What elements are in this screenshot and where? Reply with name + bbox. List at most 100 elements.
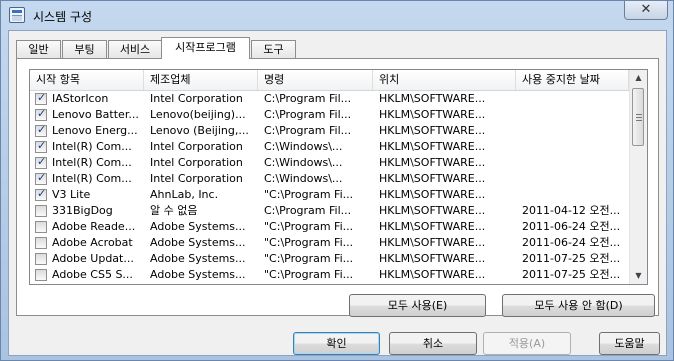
cell-date-disabled — [522, 139, 629, 155]
cell-location: HKLM\SOFTWARE... — [379, 268, 486, 281]
startup-item-checkbox[interactable] — [35, 91, 47, 105]
cell-location: HKLM\SOFTWARE... — [379, 172, 486, 185]
startup-list[interactable]: 시작 항목 제조업체 명령 위치 사용 중지한 날짜 IAStorIcon Int… — [29, 69, 648, 285]
cell-location: HKLM\SOFTWARE... — [379, 188, 486, 201]
table-row[interactable]: V3 Lite AhnLab, Inc. "C:\Program Fi... HKLM… — [30, 187, 629, 203]
cell-startup-item: Lenovo Energ... — [52, 124, 138, 137]
table-row[interactable]: Lenovo Energ... Lenovo (Beijing,... C:\Pro… — [30, 123, 629, 139]
cell-manufacturer: Adobe Systems... — [150, 236, 246, 249]
cell-command: C:\Program Fil... — [264, 204, 352, 217]
cell-location: HKLM\SOFTWARE... — [379, 220, 486, 233]
tab-general[interactable]: 일반 — [16, 40, 61, 59]
cell-command: "C:\Program Fi... — [264, 236, 354, 249]
cell-manufacturer: 알 수 없음 — [150, 204, 198, 217]
cell-manufacturer: Lenovo (Beijing,... — [150, 124, 249, 137]
cell-manufacturer: Intel Corporation — [150, 172, 243, 185]
list-header: 시작 항목 제조업체 명령 위치 사용 중지한 날짜 — [30, 70, 629, 91]
cell-command: C:\Program Fil... — [264, 108, 352, 121]
cell-command: "C:\Program Fi... — [264, 252, 354, 265]
scroll-thumb[interactable] — [632, 88, 644, 146]
tab-tools[interactable]: 도구 — [251, 40, 296, 59]
cell-command: C:\Windows\... — [264, 172, 343, 185]
cell-startup-item: Adobe Reade... — [52, 220, 136, 233]
cell-command: C:\Program Fil... — [264, 124, 352, 137]
tab-boot[interactable]: 부팅 — [62, 40, 107, 59]
startup-item-checkbox[interactable] — [35, 155, 47, 169]
table-row[interactable]: Intel(R) Com... Intel Corporation C:\Windo… — [30, 171, 629, 187]
cell-startup-item: Intel(R) Com... — [52, 140, 132, 153]
column-header-startup-item[interactable]: 시작 항목 — [30, 70, 144, 90]
column-header-command[interactable]: 명령 — [258, 70, 373, 90]
startup-item-checkbox[interactable] — [35, 237, 47, 249]
cancel-button[interactable]: 취소 — [389, 332, 477, 355]
cell-date-disabled — [522, 187, 629, 203]
cell-command: "C:\Program Fi... — [264, 188, 354, 201]
cell-location: HKLM\SOFTWARE... — [379, 140, 486, 153]
cell-manufacturer: Adobe Systems... — [150, 252, 246, 265]
ok-button[interactable]: 확인 — [293, 332, 380, 355]
cell-date-disabled — [522, 107, 629, 123]
tab-startup[interactable]: 시작프로그램 — [161, 37, 250, 59]
cell-startup-item: IAStorIcon — [52, 92, 109, 105]
scroll-up-arrow-icon[interactable]: ▲ — [631, 70, 646, 86]
grip-line — [636, 117, 642, 118]
cell-location: HKLM\SOFTWARE... — [379, 204, 486, 217]
startup-item-checkbox[interactable] — [35, 187, 47, 201]
cell-startup-item: V3 Lite — [52, 188, 91, 201]
enable-all-button[interactable]: 모두 사용(E) — [349, 294, 486, 317]
table-row[interactable]: Intel(R) Com... Intel Corporation C:\Windo… — [30, 155, 629, 171]
cell-manufacturer: Intel Corporation — [150, 140, 243, 153]
cell-manufacturer: Lenovo(beijing)... — [150, 108, 246, 121]
window-title: 시스템 구성 — [33, 10, 93, 24]
table-row[interactable]: Lenovo Batter... Lenovo(beijing)... C:\Pro… — [30, 107, 629, 123]
column-header-location[interactable]: 위치 — [373, 70, 516, 90]
cell-location: HKLM\SOFTWARE... — [379, 92, 486, 105]
column-header-date-disabled[interactable]: 사용 중지한 날짜 — [516, 70, 629, 90]
cell-startup-item: Intel(R) Com... — [52, 156, 132, 169]
disable-all-button[interactable]: 모두 사용 안 함(D) — [502, 294, 655, 317]
cell-command: C:\Windows\... — [264, 140, 343, 153]
cell-location: HKLM\SOFTWARE... — [379, 156, 486, 169]
table-row[interactable]: Adobe CS5 S... Adobe Systems... "C:\Progra… — [30, 267, 629, 283]
cell-command: "C:\Program Fi... — [264, 268, 354, 281]
vertical-scrollbar[interactable]: ▲ ▼ — [629, 70, 647, 284]
cell-manufacturer: Intel Corporation — [150, 92, 243, 105]
startup-item-checkbox[interactable] — [35, 139, 47, 153]
cell-date-disabled — [522, 171, 629, 187]
startup-tab-panel: 시작 항목 제조업체 명령 위치 사용 중지한 날짜 IAStorIcon Int… — [16, 58, 659, 317]
dialog-client-area: 일반 부팅 서비스 시작프로그램 도구 시작 항목 제조업체 명령 위치 사용 … — [8, 30, 667, 356]
table-row[interactable]: Adobe Acrobat Adobe Systems... "C:\Program… — [30, 235, 629, 251]
table-row[interactable]: Intel(R) Com... Intel Corporation C:\Windo… — [30, 139, 629, 155]
cell-manufacturer: Adobe Systems... — [150, 220, 246, 233]
scroll-down-arrow-icon[interactable]: ▼ — [631, 268, 646, 284]
cell-command: "C:\Program Fi... — [264, 220, 354, 233]
startup-item-checkbox[interactable] — [35, 253, 47, 265]
startup-item-checkbox[interactable] — [35, 205, 47, 217]
cell-manufacturer: Adobe Systems... — [150, 268, 246, 281]
startup-item-checkbox[interactable] — [35, 269, 47, 281]
system-configuration-window: 시스템 구성 ✕ 일반 부팅 서비스 시작프로그램 도구 시작 항목 제조업체 … — [0, 0, 674, 361]
startup-item-checkbox[interactable] — [35, 123, 47, 137]
column-header-manufacturer[interactable]: 제조업체 — [144, 70, 258, 90]
cell-date-disabled — [522, 155, 629, 171]
startup-item-checkbox[interactable] — [35, 107, 47, 121]
cell-date-disabled: 2011-07-25 오전... — [522, 268, 621, 281]
apply-button[interactable]: 적용(A) — [483, 332, 571, 355]
cell-startup-item: Adobe Updat... — [52, 252, 134, 265]
startup-item-checkbox[interactable] — [35, 221, 47, 233]
table-row[interactable]: Adobe Reade... Adobe Systems... "C:\Progra… — [30, 219, 629, 235]
tab-services[interactable]: 서비스 — [108, 40, 162, 59]
table-row[interactable]: Adobe Updat... Adobe Systems... "C:\Progra… — [30, 251, 629, 267]
cell-command: C:\Windows\... — [264, 156, 343, 169]
table-row[interactable]: 331BigDog 알 수 없음 C:\Program Fil... HKLM\SOF… — [30, 203, 629, 219]
cell-startup-item: Lenovo Batter... — [52, 108, 139, 121]
system-config-app-icon — [9, 7, 25, 23]
title-bar: 시스템 구성 ✕ — [1, 1, 673, 29]
close-button[interactable]: ✕ — [624, 1, 668, 20]
startup-item-checkbox[interactable] — [35, 171, 47, 185]
cell-manufacturer: AhnLab, Inc. — [150, 188, 219, 201]
grip-line — [636, 120, 642, 121]
table-row[interactable]: IAStorIcon Intel Corporation C:\Program Fi… — [30, 91, 629, 107]
help-button[interactable]: 도움말 — [599, 332, 660, 355]
cell-startup-item: Adobe Acrobat — [52, 236, 133, 249]
